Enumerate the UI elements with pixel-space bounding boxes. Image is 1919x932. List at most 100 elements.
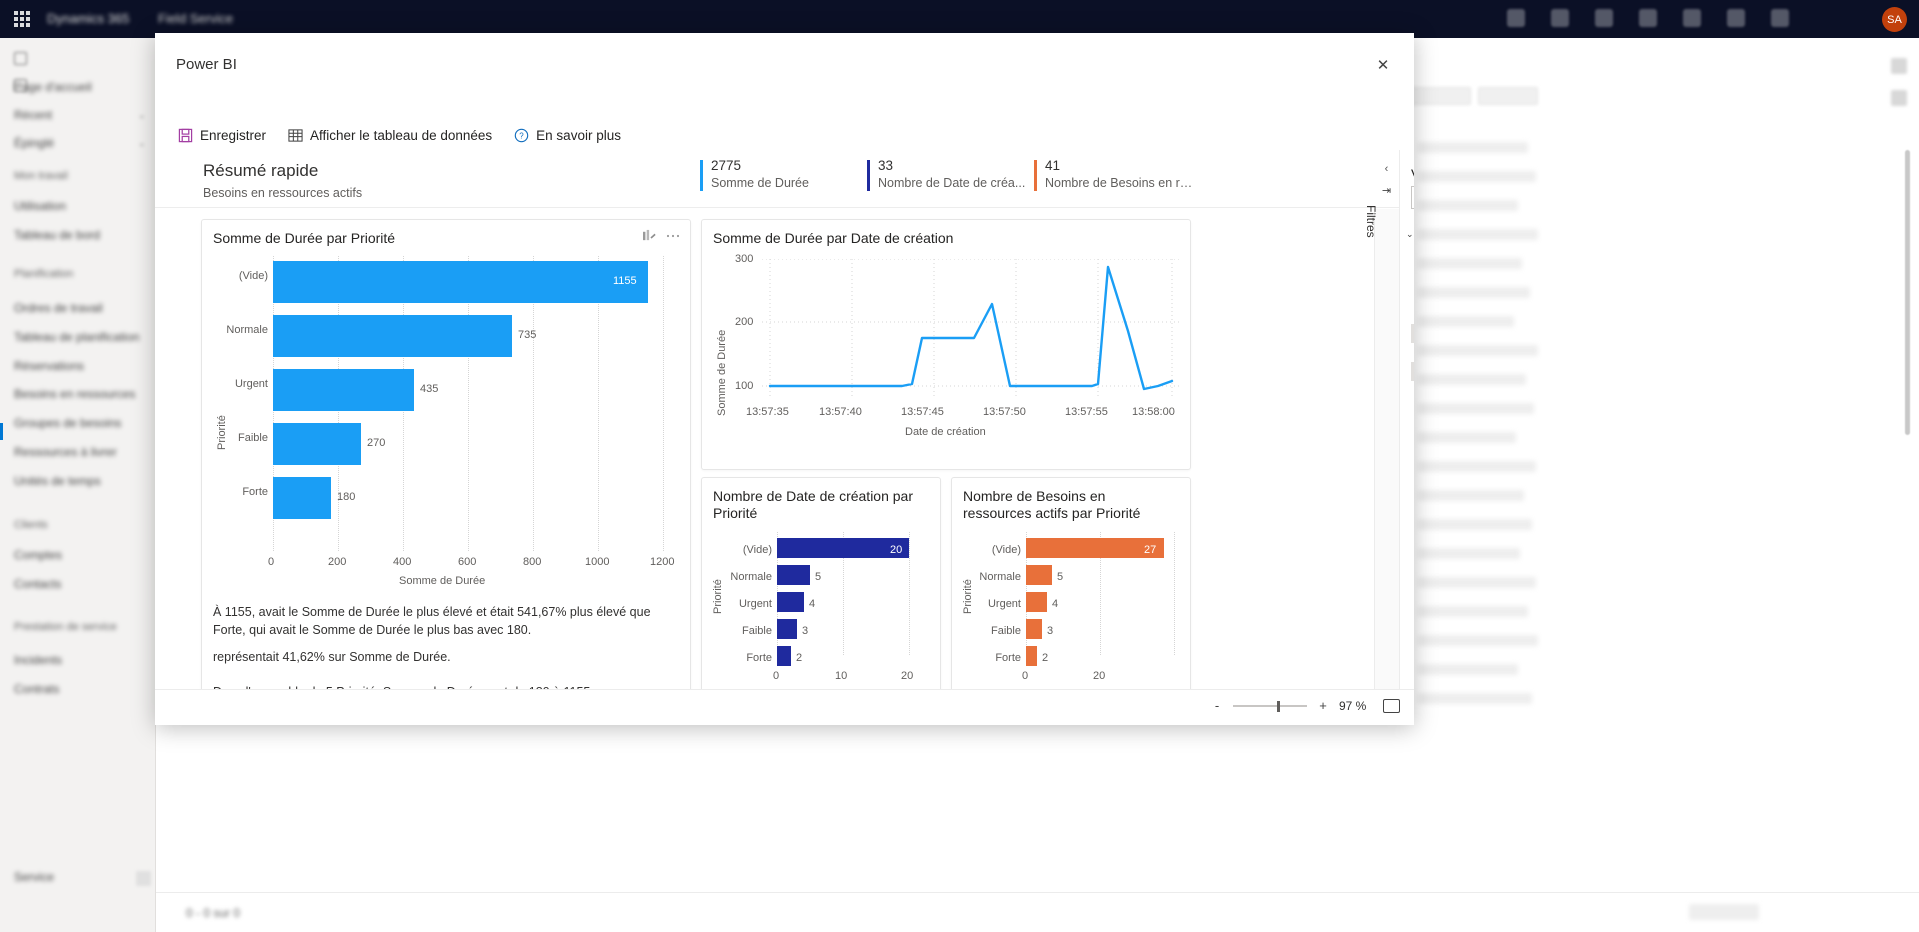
sidebar-item-11[interactable]: Unités de temps: [14, 474, 101, 488]
bg-row-4: [1418, 229, 1538, 240]
visual-title-1: Somme de Durée par Date de création: [713, 230, 954, 246]
visual-nombre-date-par-priorite[interactable]: Nombre de Date de création par Priorité …: [701, 477, 941, 714]
kpi-row: 2775 Somme de Durée 33 Nombre de Date de…: [700, 158, 1201, 192]
kpi-card-2[interactable]: 41 Nombre de Besoins en re...: [1034, 158, 1201, 192]
waffle-menu-icon[interactable]: [14, 11, 30, 27]
zoom-control[interactable]: - + 97 %: [1211, 698, 1400, 713]
chevron-down-icon-2[interactable]: ⌄: [138, 138, 146, 149]
show-data-table-button[interactable]: Afficher le tableau de données: [286, 125, 494, 146]
field-row-4[interactable]: Σ Durée: [1411, 324, 1414, 343]
field-row-8[interactable]: Temps écoulé ...: [1411, 400, 1414, 419]
topbar-icon-7[interactable]: [1771, 9, 1789, 27]
learn-more-button[interactable]: ? En savoir plus: [512, 125, 623, 146]
kpi-card-0[interactable]: 2775 Somme de Durée: [700, 158, 867, 192]
topbar-icon-5[interactable]: [1683, 9, 1701, 27]
focus-mode-icon[interactable]: [642, 229, 657, 242]
sidebar-item-4[interactable]: Tableau de bord: [14, 228, 100, 242]
more-options-icon[interactable]: [666, 233, 680, 239]
bar-0-2[interactable]: [273, 369, 414, 411]
kpi-card-1[interactable]: 33 Nombre de Date de créa...: [867, 158, 1034, 192]
bar-0-4[interactable]: [273, 477, 331, 519]
topbar-icon-6[interactable]: [1727, 9, 1745, 27]
dialog-title: Power BI: [176, 56, 237, 73]
field-row-3[interactable]: Date de fin: [1411, 305, 1414, 324]
filters-rail[interactable]: [1374, 209, 1399, 717]
sidebar-item-10[interactable]: Ressources à livrer: [14, 445, 117, 459]
field-row-9[interactable]: Temps jusqu'à l...: [1411, 419, 1414, 438]
bar-2-1[interactable]: [777, 565, 810, 585]
zoom-slider-thumb[interactable]: [1277, 700, 1280, 712]
x-axis-label-0: Somme de Durée: [399, 575, 486, 587]
zoom-slider-track: [1233, 704, 1307, 707]
sidebar-item-7[interactable]: Réservations: [14, 359, 84, 373]
filters-collapse-button[interactable]: ‹: [1374, 158, 1399, 180]
bar-0-1[interactable]: [273, 315, 512, 357]
zoom-in-button[interactable]: +: [1317, 698, 1329, 713]
cat-label-3-1: Normale: [979, 571, 1021, 583]
search-box[interactable]: [1411, 186, 1414, 209]
sidebar-item-1[interactable]: Récent: [14, 108, 52, 122]
sidebar-item-2[interactable]: Épinglé: [14, 136, 54, 150]
sidebar-item-12[interactable]: Comptes: [14, 548, 62, 562]
field-row-5[interactable]: Nom: [1411, 343, 1414, 362]
field-row-7[interactable]: Statut: [1411, 381, 1414, 400]
sidebar-bottom-badge[interactable]: [136, 871, 151, 886]
sidebar-item-8[interactable]: Besoins en ressources: [14, 387, 135, 401]
bar-0-0[interactable]: [273, 261, 648, 303]
cat-label-2-1: Normale: [730, 571, 772, 583]
visual-actions-0[interactable]: [642, 229, 680, 242]
sidebar-item-5[interactable]: Ordres de travail: [14, 301, 103, 315]
bg-row-3: [1418, 200, 1518, 211]
sidebar-item-14[interactable]: Incidents: [14, 653, 62, 667]
bar-0-3[interactable]: [273, 423, 361, 465]
bg-button-b: [1478, 87, 1538, 105]
cat-label-2-4: Forte: [746, 652, 772, 664]
data-pane: Vos données ⌄ Besoins en ressources...: [1399, 150, 1414, 717]
sidebar-item-3[interactable]: Utilisation: [14, 199, 66, 213]
background-scrollbar[interactable]: [1905, 150, 1910, 435]
avatar[interactable]: SA: [1882, 7, 1907, 32]
line-chart-plot[interactable]: [762, 259, 1182, 399]
bar-2-2[interactable]: [777, 592, 804, 612]
close-icon[interactable]: ✕: [1368, 52, 1398, 78]
zoom-out-button[interactable]: -: [1211, 698, 1223, 713]
field-row-6[interactable]: Priorité: [1411, 362, 1414, 381]
field-row-2[interactable]: Date de début: [1411, 286, 1414, 305]
sidebar-bottom-item[interactable]: Service: [14, 870, 54, 884]
bar-3-2[interactable]: [1026, 592, 1047, 612]
kpi-accent-bar-2: [1034, 160, 1037, 191]
sidebar-active-indicator: [0, 423, 3, 440]
x-tick-3-1: 20: [1093, 670, 1106, 682]
bar-2-4[interactable]: [777, 646, 791, 666]
save-icon: [178, 128, 193, 143]
fit-to-page-icon[interactable]: [1383, 698, 1400, 713]
topbar-icon-4[interactable]: [1639, 9, 1657, 27]
chevron-down-icon-1[interactable]: ⌄: [138, 110, 146, 121]
topbar-icon-3[interactable]: [1595, 9, 1613, 27]
sidebar-item-13[interactable]: Contacts: [14, 577, 61, 591]
topbar-icon-1[interactable]: [1507, 9, 1525, 27]
data-table-node[interactable]: ⌄ Besoins en ressources...: [1406, 228, 1414, 240]
save-button[interactable]: Enregistrer: [176, 125, 268, 146]
x-tick-0-3: 600: [458, 556, 477, 568]
sidebar-item-15[interactable]: Contrats: [14, 682, 59, 696]
kpi-label-2: Nombre de Besoins en re...: [1045, 176, 1195, 190]
y-tick-1-2: 300: [735, 253, 754, 265]
visual-somme-duree-par-date[interactable]: Somme de Durée par Date de création Somm…: [701, 219, 1191, 470]
filters-expand-icon[interactable]: ⇥: [1374, 180, 1399, 200]
bar-3-1[interactable]: [1026, 565, 1052, 585]
bg-row-15: [1418, 548, 1520, 559]
zoom-slider[interactable]: [1233, 699, 1307, 713]
bar-2-3[interactable]: [777, 619, 797, 639]
topbar-icon-2[interactable]: [1551, 9, 1569, 27]
sidebar-item-9[interactable]: Groupes de besoins: [14, 416, 121, 430]
bar-3-4[interactable]: [1026, 646, 1037, 666]
field-row-0[interactable]: Nombre de lig...: [1411, 248, 1414, 267]
visual-somme-duree-par-priorite[interactable]: Somme de Durée par Priorité Priorité (Vi…: [201, 219, 691, 714]
sidebar-item-6[interactable]: Tableau de planification: [14, 330, 139, 344]
visual-nombre-besoins-par-priorite[interactable]: Nombre de Besoins en ressources actifs p…: [951, 477, 1197, 714]
field-row-1[interactable]: Date de création: [1411, 267, 1414, 286]
app-top-bar-icons[interactable]: [1507, 9, 1789, 27]
bar-3-3[interactable]: [1026, 619, 1042, 639]
chevron-down-icon[interactable]: ⌄: [1406, 229, 1414, 240]
